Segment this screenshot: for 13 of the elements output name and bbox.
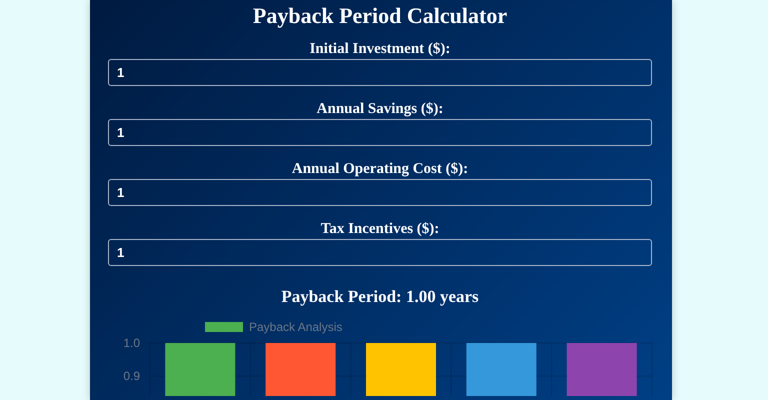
number-input[interactable]: 1 xyxy=(108,119,652,146)
number-input[interactable]: 1 xyxy=(108,239,652,266)
axis-tick-label: 0.9 xyxy=(123,369,140,384)
field-label: Annual Savings ($): xyxy=(316,100,444,118)
number-input[interactable]: 1 xyxy=(108,59,652,86)
field-label: Tax Incentives ($): xyxy=(320,220,440,238)
field-label: Annual Operating Cost ($): xyxy=(290,160,470,178)
page-title: Payback Period Calculator xyxy=(252,2,508,30)
result-text: Payback Period: 1.00 years xyxy=(280,286,480,308)
legend-swatch[interactable] xyxy=(205,322,243,332)
axis-tick-label: 1.0 xyxy=(123,336,140,350)
field-label: Initial Investment ($): xyxy=(308,40,452,58)
number-input[interactable]: 1 xyxy=(108,179,652,206)
